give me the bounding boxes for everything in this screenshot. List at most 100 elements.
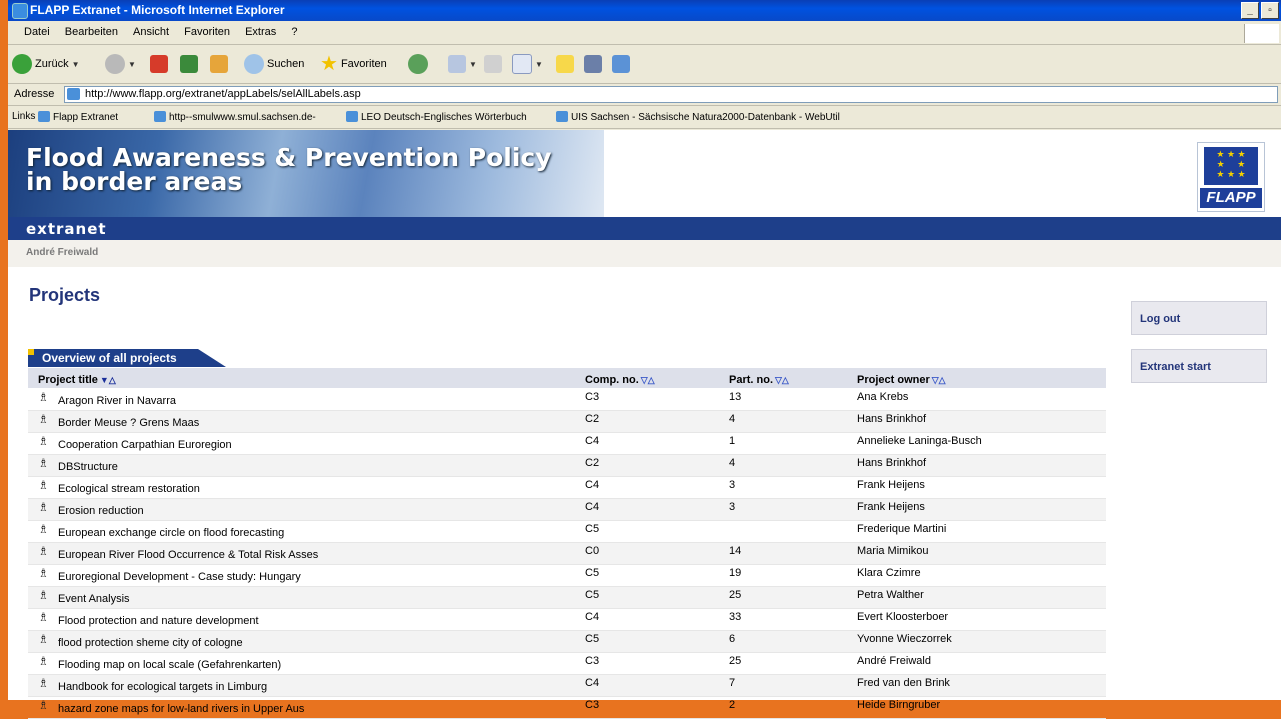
project-title-link[interactable]: European exchange circle on flood foreca…	[58, 527, 284, 539]
project-title-link[interactable]: Ecological stream restoration	[58, 483, 200, 495]
table-row[interactable]: ♗ European exchange circle on flood forec…	[28, 521, 1106, 543]
print-icon[interactable]	[484, 55, 502, 73]
address-bar: Adresse http://www.flapp.org/extranet/ap…	[8, 84, 1281, 106]
menu-favoriten[interactable]: Favoriten	[178, 22, 236, 42]
mail-icon[interactable]	[448, 55, 466, 73]
project-title-link[interactable]: DBStructure	[58, 461, 118, 473]
project-title-link[interactable]: Aragon River in Navarra	[58, 395, 176, 407]
project-title-link[interactable]: flood protection sheme city of cologne	[58, 637, 243, 649]
project-title-link[interactable]: Euroregional Development - Case study: H…	[58, 571, 301, 583]
star-icon: ★	[320, 53, 338, 75]
project-title-link[interactable]: hazard zone maps for low-land rivers in …	[58, 703, 304, 715]
table-row[interactable]: ♗ DBStructure C2 4 Hans Brinkhof	[28, 455, 1106, 477]
table-row[interactable]: ♗ hazard zone maps for low-land rivers in…	[28, 697, 1106, 719]
project-owner-cell: Hans Brinkhof	[857, 457, 927, 469]
menu-ansicht[interactable]: Ansicht	[127, 22, 175, 42]
links-bar: Links Flapp Extranet http--smulwww.smul.…	[8, 106, 1281, 129]
table-row[interactable]: ♗ Flooding map on local scale (Gefahrenka…	[28, 653, 1106, 675]
table-row[interactable]: ♗ Cooperation Carpathian Euroregion C4 1 Ann…	[28, 433, 1106, 455]
favorites-button[interactable]: ★ Favoriten	[320, 53, 387, 75]
project-icon: ♗	[38, 500, 49, 514]
project-title-link[interactable]: Event Analysis	[58, 593, 130, 605]
messenger-icon[interactable]	[612, 55, 630, 73]
column-comp-no[interactable]: Comp. no. ▽△	[585, 374, 655, 386]
menu-bar: Datei Bearbeiten Ansicht Favoriten Extra…	[8, 22, 1281, 45]
extranet-start-button[interactable]: Extranet start	[1131, 349, 1267, 383]
part-no-cell: 33	[729, 611, 742, 623]
table-row[interactable]: ♗ European River Flood Occurrence & Total…	[28, 543, 1106, 565]
edit-word-icon[interactable]	[512, 54, 532, 74]
refresh-icon[interactable]	[180, 55, 198, 73]
project-title-link[interactable]: Erosion reduction	[58, 505, 144, 517]
section-strip: extranet	[8, 217, 1281, 240]
column-project-owner[interactable]: Project owner ▽△	[857, 374, 946, 386]
back-arrow-icon	[12, 54, 32, 74]
project-icon: ♗	[38, 698, 49, 712]
project-icon: ♗	[38, 588, 49, 602]
table-row[interactable]: ♗ Event Analysis C5 25 Petra Walther	[28, 587, 1106, 609]
chevron-down-icon[interactable]: ▼	[535, 60, 543, 69]
back-button[interactable]: Zurück ▼	[12, 53, 80, 75]
stop-icon[interactable]	[150, 55, 168, 73]
part-no-cell: 7	[729, 677, 736, 689]
web-page: Flood Awareness & Prevention Policy in b…	[8, 130, 1281, 719]
table-row[interactable]: ♗ Flood protection and nature development…	[28, 609, 1106, 631]
sort-arrows-icon[interactable]: ▽△	[775, 375, 789, 385]
link-smul[interactable]: http--smulwww.smul.sachsen.de-	[154, 111, 316, 123]
chevron-down-icon[interactable]: ▼	[469, 60, 477, 69]
menu-extras[interactable]: Extras	[239, 22, 282, 42]
table-row[interactable]: ♗ Ecological stream restoration C4 3 Frank H…	[28, 477, 1106, 499]
project-owner-cell: André Freiwald	[857, 655, 931, 667]
search-button[interactable]: Suchen	[244, 53, 304, 75]
address-input[interactable]: http://www.flapp.org/extranet/appLabels/…	[64, 86, 1278, 103]
table-row[interactable]: ♗ Border Meuse ? Grens Maas C2 4 Hans Brinkh…	[28, 411, 1106, 433]
forward-button[interactable]: ▼	[105, 53, 136, 75]
link-uis-sachsen[interactable]: UIS Sachsen - Sächsische Natura2000-Date…	[556, 111, 840, 123]
search-icon	[244, 54, 264, 74]
part-no-cell: 25	[729, 589, 742, 601]
table-row[interactable]: ♗ Euroregional Development - Case study: …	[28, 565, 1106, 587]
project-owner-cell: Klara Czimre	[857, 567, 921, 579]
address-url[interactable]: http://www.flapp.org/extranet/appLabels/…	[85, 88, 361, 100]
maximize-button[interactable]: ▫	[1261, 2, 1279, 19]
minimize-button[interactable]: _	[1241, 2, 1259, 19]
page-icon	[67, 88, 80, 100]
column-part-no[interactable]: Part. no. ▽△	[729, 374, 789, 386]
part-no-cell: 3	[729, 501, 736, 513]
ie-page-icon	[154, 111, 166, 122]
project-title-link[interactable]: Cooperation Carpathian Euroregion	[58, 439, 232, 451]
link-leo[interactable]: LEO Deutsch-Englisches Wörterbuch	[346, 111, 527, 123]
comp-no-cell: C3	[585, 699, 600, 711]
project-icon: ♗	[38, 610, 49, 624]
table-row[interactable]: ♗ Handbook for ecological targets in Limb…	[28, 675, 1106, 697]
project-title-link[interactable]: European River Flood Occurrence & Total …	[58, 549, 318, 561]
project-title-link[interactable]: Border Meuse ? Grens Maas	[58, 417, 199, 429]
project-owner-cell: Hans Brinkhof	[857, 413, 927, 425]
table-row[interactable]: ♗ Aragon River in Navarra C3 13 Ana Krebs	[28, 389, 1106, 411]
project-icon: ♗	[38, 654, 49, 668]
sort-arrows-icon[interactable]: ▽△	[641, 375, 655, 385]
ie-page-icon	[346, 111, 358, 122]
table-header: Project title ▼△ Comp. no. ▽△ Part. no. ▽△ …	[28, 368, 1106, 388]
research-icon[interactable]	[584, 55, 602, 73]
table-row[interactable]: ♗ Erosion reduction C4 3 Frank Heijens	[28, 499, 1106, 521]
project-icon: ♗	[38, 544, 49, 558]
logout-button[interactable]: Log out	[1131, 301, 1267, 335]
history-icon[interactable]	[408, 54, 428, 74]
home-icon[interactable]	[210, 55, 228, 73]
menu-bearbeiten[interactable]: Bearbeiten	[59, 22, 124, 42]
menu-datei[interactable]: Datei	[18, 22, 56, 42]
title-bar: FLAPP Extranet - Microsoft Internet Expl…	[8, 0, 1281, 21]
discuss-icon[interactable]	[556, 55, 574, 73]
table-row[interactable]: ♗ flood protection sheme city of cologne C…	[28, 631, 1106, 653]
project-icon: ♗	[38, 676, 49, 690]
part-no-cell: 19	[729, 567, 742, 579]
column-project-title[interactable]: Project title ▼△	[38, 374, 116, 386]
sort-arrows-icon[interactable]: ▽△	[932, 375, 946, 385]
project-title-link[interactable]: Flooding map on local scale (Gefahrenkar…	[58, 659, 281, 671]
menu-help[interactable]: ?	[285, 22, 303, 42]
project-title-link[interactable]: Flood protection and nature development	[58, 615, 259, 627]
project-title-link[interactable]: Handbook for ecological targets in Limbu…	[58, 681, 267, 693]
sort-arrows-icon[interactable]: ▼△	[100, 375, 116, 385]
link-flapp-extranet[interactable]: Flapp Extranet	[38, 111, 118, 123]
